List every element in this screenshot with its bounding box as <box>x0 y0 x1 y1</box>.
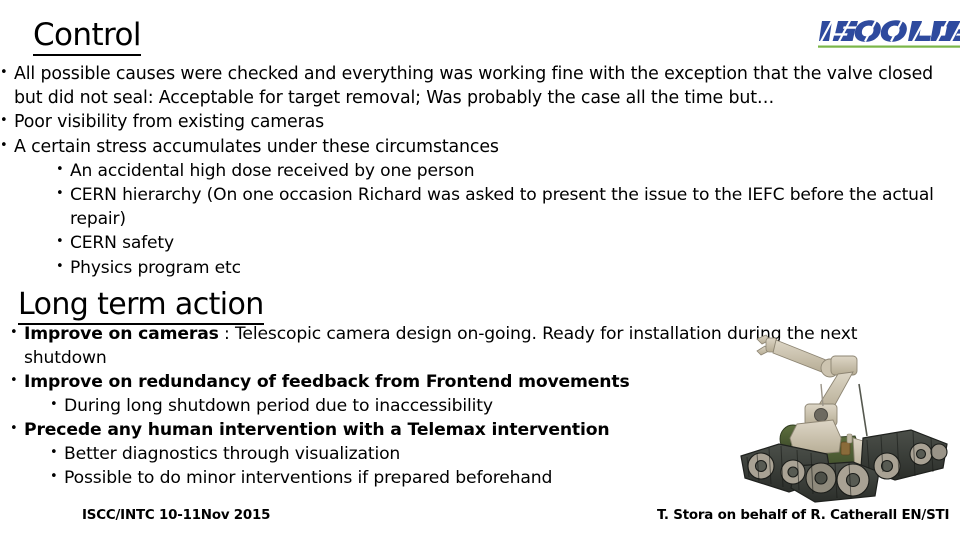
list-item: A certain stress accumulates under these… <box>0 134 935 159</box>
footer-left-text: ISCC/INTC 10-11Nov 2015 <box>82 508 271 523</box>
list-item: Possible to do minor interventions if pr… <box>50 465 935 490</box>
control-bullet-list: All possible causes were checked and eve… <box>0 61 935 280</box>
list-item: CERN hierarchy (On one occasion Richard … <box>56 182 935 231</box>
footer-right-text: T. Stora on behalf of R. Catherall EN/ST… <box>657 508 950 523</box>
list-item: Physics program etc <box>56 255 935 280</box>
list-item-emphasis: Improve on redundancy of feedback from F… <box>24 372 630 392</box>
list-item: Improve on cameras : Telescopic camera d… <box>10 321 935 370</box>
isolde-logo <box>818 17 960 50</box>
slide-canvas: Control All possible causes were checked… <box>0 0 960 540</box>
list-item: An accidental high dose received by one … <box>56 158 935 183</box>
list-item-emphasis: Precede any human intervention with a Te… <box>24 420 610 440</box>
long-term-action-bullet-list: Improve on cameras : Telescopic camera d… <box>0 321 935 490</box>
section-title-long-term-action: Long term action <box>18 290 264 325</box>
list-item: All possible causes were checked and eve… <box>0 61 935 110</box>
list-item: During long shutdown period due to inacc… <box>50 393 935 418</box>
list-item: Poor visibility from existing cameras <box>0 109 935 134</box>
list-item: Improve on redundancy of feedback from F… <box>10 369 935 394</box>
list-item: CERN safety <box>56 230 935 255</box>
list-item-text: During long shutdown period due to inacc… <box>64 396 493 416</box>
list-item: Better diagnostics through visualization <box>50 441 935 466</box>
list-item-text: Possible to do minor interventions if pr… <box>64 468 553 488</box>
list-item: Precede any human intervention with a Te… <box>10 417 935 442</box>
list-item-text: Better diagnostics through visualization <box>64 444 401 464</box>
section-title-control: Control <box>33 20 141 56</box>
list-item-emphasis: Improve on cameras <box>24 324 219 344</box>
